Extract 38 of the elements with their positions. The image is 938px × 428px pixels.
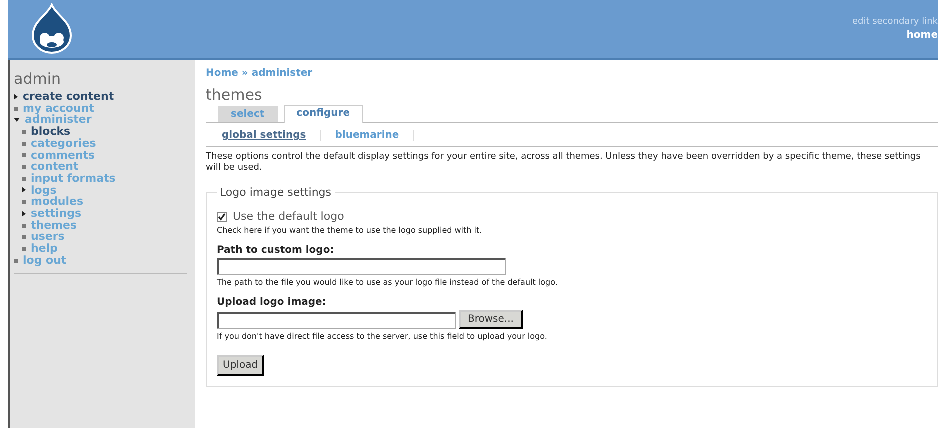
menu-link[interactable]: themes [31,220,78,232]
menu-link[interactable]: administer [25,114,92,126]
secondary-link[interactable]: edit secondary link [852,17,938,27]
checkbox-label[interactable]: Use the default logo [233,210,344,223]
field-label: Upload logo image: [217,297,328,308]
menu-link[interactable]: modules [31,196,84,208]
menu-link[interactable]: content [31,161,79,173]
subtab[interactable]: global settings [222,130,322,141]
menu-link[interactable]: help [31,243,58,255]
checkbox[interactable] [217,212,227,222]
menu-link[interactable]: comments [31,150,96,162]
menu-link[interactable]: categories [31,138,96,150]
drop-logo-icon[interactable] [30,3,74,55]
subtab[interactable]: bluemarine [335,130,414,141]
menu-link[interactable]: input formats [31,172,116,185]
breadcrumb[interactable]: Home » administer [206,68,313,79]
menu-link[interactable]: blocks [31,126,71,138]
description-text: These options control the default display settings for your entire site, across all themes. Unless they have been overridden by a specific theme, these settings will be used. [206,152,921,174]
tab[interactable]: configure [284,105,363,123]
menu-link[interactable]: my account [23,102,94,114]
input-field[interactable] [217,258,506,275]
menu-link[interactable]: create content [23,91,114,103]
menu-link[interactable]: users [31,231,65,244]
upload-button[interactable]: Upload [217,355,264,376]
block-title: admin [14,70,62,88]
help-text: The path to the file you would like to use as your logo file instead of the default logo. [217,278,559,287]
help-text: Check here if you want the theme to use the logo supplied with it. [217,226,484,235]
primary-link[interactable]: home [906,30,938,41]
browse-button[interactable]: Browse... [459,310,523,329]
help-text: If you don't have direct file access to the server, use this field to upload your logo. [217,332,548,341]
menu-link[interactable]: log out [23,254,67,267]
menu-link[interactable]: logs [31,184,57,196]
page-title: themes [206,86,264,104]
tab[interactable]: select [218,106,278,122]
panel-legend: Logo image settings [217,186,334,199]
field-label: Path to custom logo: [217,245,336,256]
menu-link[interactable]: settings [31,208,82,220]
file-field[interactable] [217,312,456,329]
